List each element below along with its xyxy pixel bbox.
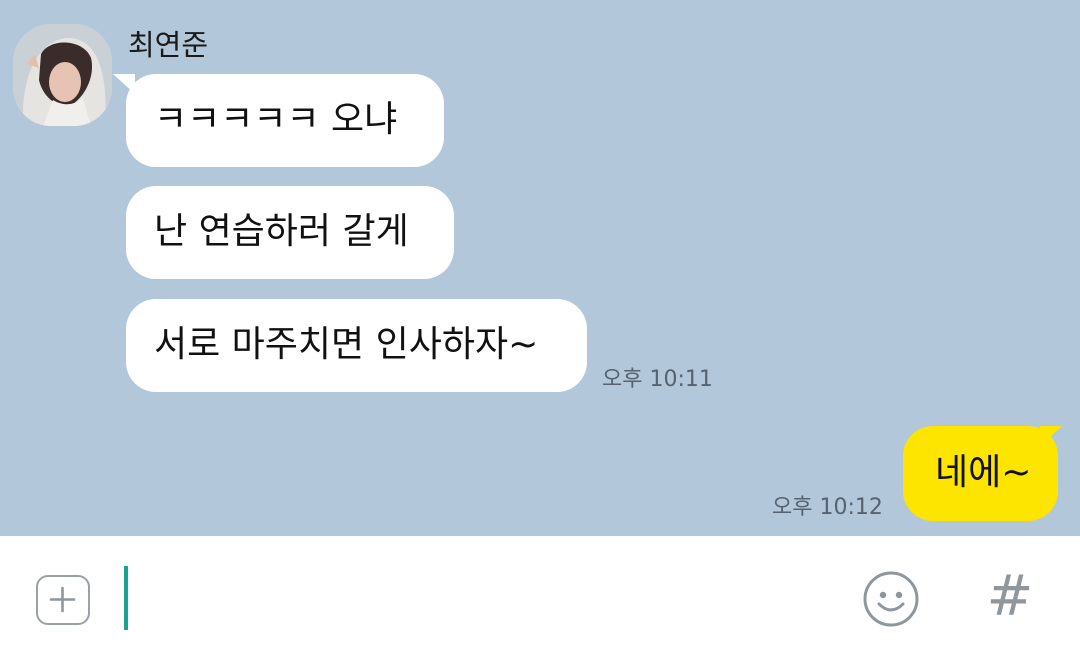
sent-message-bubble[interactable]: 네에~	[903, 426, 1058, 521]
sent-timestamp: 오후 10:12	[772, 495, 883, 520]
hash-icon: #	[986, 564, 1034, 629]
received-timestamp: 오후 10:11	[602, 367, 713, 392]
emoji-button[interactable]	[862, 570, 920, 628]
received-message-bubble[interactable]: ㅋㅋㅋㅋㅋ 오냐	[126, 74, 444, 167]
sender-name: 최연준	[128, 28, 209, 62]
sender-avatar[interactable]	[13, 24, 112, 126]
profile-photo-icon	[13, 24, 112, 126]
plus-icon	[49, 586, 76, 613]
chat-area: 최연준 ㅋㅋㅋㅋㅋ 오냐 난 연습하러 갈게 서로 마주치면 인사하자~ 오후 …	[0, 0, 1080, 536]
smiley-icon	[863, 571, 919, 627]
text-cursor[interactable]	[124, 566, 128, 630]
received-message-bubble[interactable]: 난 연습하러 갈게	[126, 186, 454, 279]
received-message-bubble[interactable]: 서로 마주치면 인사하자~	[126, 299, 587, 392]
attach-button[interactable]	[36, 575, 90, 625]
hashtag-button[interactable]: #	[984, 562, 1036, 632]
